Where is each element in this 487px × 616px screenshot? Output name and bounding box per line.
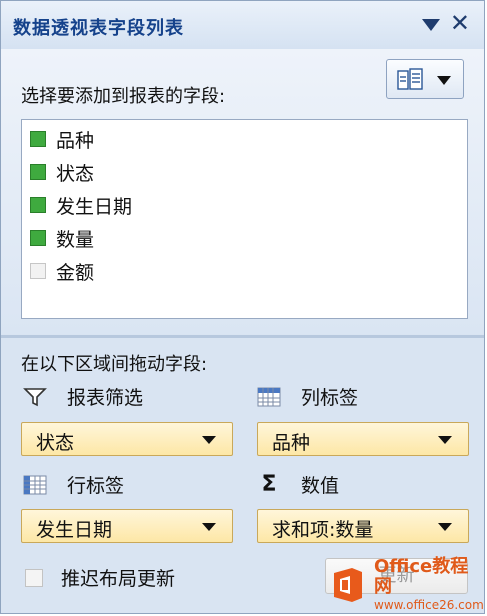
layout-options-button[interactable] (386, 59, 464, 99)
field-checkbox-checked[interactable] (30, 197, 46, 213)
field-layout-icon (397, 68, 423, 90)
field-list: 品种 状态 发生日期 数量 金额 (21, 119, 468, 319)
area-label-values: Σ 数值 (257, 471, 339, 498)
area-label-rows: 行标签 (23, 471, 124, 498)
column-area-field-dropdown[interactable]: 品种 (257, 422, 469, 456)
field-item-zhuangtai[interactable]: 状态 (30, 157, 94, 187)
drag-prompt: 在以下区域间拖动字段: (21, 354, 208, 375)
values-area-field-dropdown[interactable]: 求和项:数量 (257, 509, 469, 543)
area-label-filter: 报表筛选 (23, 383, 143, 410)
chevron-down-icon (438, 436, 452, 444)
field-item-jine[interactable]: 金额 (30, 256, 94, 286)
watermark-text: Office教程网 www.office26.com (374, 557, 484, 613)
row-grid-icon (23, 475, 47, 494)
office-logo-icon (328, 565, 368, 605)
dropdown-value: 状态 (36, 432, 75, 454)
title-bar: 数据透视表字段列表 ✕ (1, 1, 484, 50)
dropdown-value: 品种 (272, 432, 311, 454)
area-label-columns: 列标签 (257, 383, 358, 410)
field-checkbox-checked[interactable] (30, 131, 46, 147)
row-area-field-dropdown[interactable]: 发生日期 (21, 509, 233, 543)
panel-title: 数据透视表字段列表 (13, 18, 184, 39)
dropdown-value: 发生日期 (36, 519, 113, 541)
watermark-main: Office教程网 (374, 556, 469, 597)
area-label-text: 列标签 (301, 387, 359, 409)
dropdown-value: 求和项:数量 (272, 519, 374, 541)
area-label-text: 报表筛选 (67, 387, 144, 409)
chevron-down-icon (438, 523, 452, 531)
chevron-down-icon (437, 76, 451, 85)
defer-layout-update-checkbox[interactable] (25, 568, 43, 587)
field-checkbox-checked[interactable] (30, 230, 46, 246)
field-checkbox-checked[interactable] (30, 164, 46, 180)
field-section: 选择要添加到报表的字段: 品种 状态 发生日期 数量 金额 (1, 49, 484, 334)
close-icon[interactable]: ✕ (450, 11, 470, 35)
area-label-text: 数值 (301, 475, 340, 497)
watermark: Office教程网 www.office26.com (328, 557, 484, 612)
field-item-pinzhong[interactable]: 品种 (30, 124, 94, 154)
filter-icon (23, 387, 47, 406)
chevron-down-icon (202, 436, 216, 444)
defer-layout-update-label: 推迟布局更新 (61, 568, 176, 590)
field-item-shuliang[interactable]: 数量 (30, 223, 94, 253)
area-label-text: 行标签 (67, 475, 125, 497)
field-label: 品种 (56, 129, 95, 152)
field-prompt: 选择要添加到报表的字段: (21, 86, 226, 107)
chevron-down-icon (202, 523, 216, 531)
pivot-field-list-panel: 数据透视表字段列表 ✕ 选择要添加到报表的字段: 品种 状态 发生日期 数量 金… (0, 0, 485, 614)
field-label: 数量 (56, 228, 95, 251)
field-label: 发生日期 (56, 195, 133, 218)
watermark-sub: www.office26.com (374, 598, 484, 612)
sigma-icon: Σ (261, 471, 277, 497)
field-label: 金额 (56, 261, 95, 284)
column-grid-icon (257, 387, 281, 406)
field-item-fashengriqi[interactable]: 发生日期 (30, 190, 132, 220)
field-label: 状态 (56, 162, 95, 185)
field-checkbox-unchecked[interactable] (30, 263, 46, 279)
filter-area-field-dropdown[interactable]: 状态 (21, 422, 233, 456)
panel-options-dropdown-icon[interactable] (422, 19, 440, 31)
defer-layout-update-option[interactable]: 推迟布局更新 (25, 564, 175, 591)
